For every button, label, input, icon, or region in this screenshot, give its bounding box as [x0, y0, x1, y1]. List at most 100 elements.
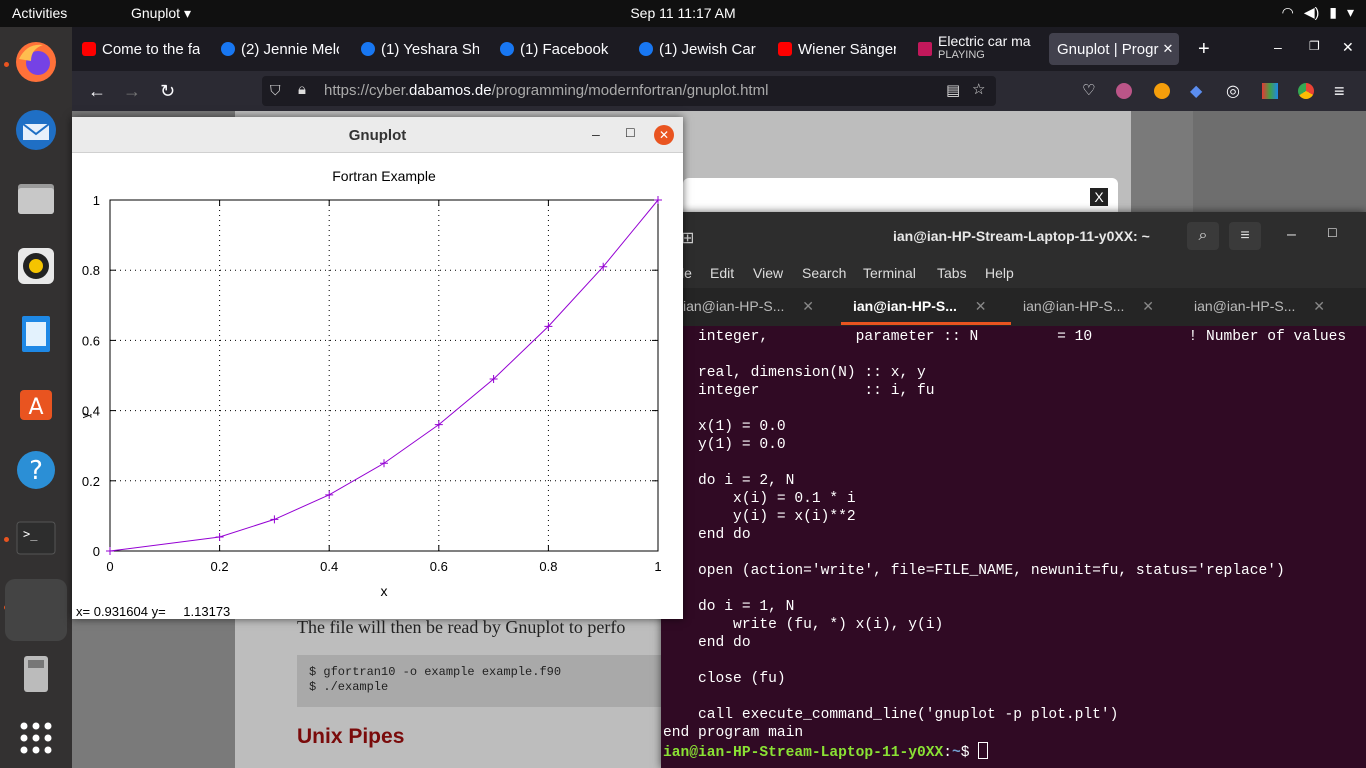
- terminal-icon[interactable]: >_: [11, 513, 61, 563]
- active-tab-indicator: [841, 322, 1011, 325]
- rhythmbox-icon[interactable]: [11, 241, 61, 291]
- data-point: [215, 532, 224, 541]
- terminal-menubar: le Edit View Search Terminal Tabs Help: [661, 260, 1366, 288]
- browser-tab[interactable]: (2) Jennie Melo: [221, 33, 339, 65]
- tab-label: (1) Yeshara Sh: [381, 40, 479, 58]
- battery-icon: ▮: [1329, 4, 1337, 20]
- tab-label: Come to the fa: [102, 40, 200, 58]
- close-tab-icon[interactable]: ✕: [1162, 41, 1173, 57]
- reader-view-icon[interactable]: ▤: [946, 81, 960, 99]
- minimize-icon[interactable]: –: [1287, 226, 1296, 244]
- tab-label: Electric car ma: [938, 33, 1031, 49]
- shield-icon[interactable]: ⛉: [270, 82, 281, 99]
- extension-icon[interactable]: [1154, 83, 1170, 99]
- forward-icon[interactable]: →: [123, 81, 141, 102]
- browser-tab-active[interactable]: Gnuplot | Progr ✕: [1049, 33, 1179, 65]
- gnuplot-window-icon[interactable]: [5, 579, 67, 641]
- tab-label: Wiener Sänger: [798, 40, 896, 58]
- minimize-icon[interactable]: –: [1274, 39, 1282, 55]
- tab-label-group: Electric car ma PLAYING: [938, 33, 1031, 61]
- menu-view[interactable]: View: [753, 265, 783, 281]
- usb-drive-icon[interactable]: [11, 649, 61, 699]
- terminal-tab[interactable]: ian@ian-HP-S... ✕: [683, 298, 814, 315]
- hamburger-menu-icon[interactable]: ≡: [1334, 81, 1345, 102]
- back-icon[interactable]: ←: [88, 81, 106, 102]
- x-axis-label: x: [381, 583, 388, 599]
- menu-help[interactable]: Help: [985, 265, 1014, 281]
- terminal-tab[interactable]: ian@ian-HP-S... ✕: [1023, 298, 1154, 315]
- url-bar[interactable]: ⛉ 🔒︎ https://cyber.dabamos.de/programmin…: [262, 76, 996, 106]
- prompt-user: ian@ian-HP-Stream-Laptop-11-y0XX: [663, 745, 944, 761]
- software-center-icon[interactable]: A: [11, 377, 61, 427]
- y-axis-label: y: [80, 412, 92, 418]
- x-tick-label: 0.2: [211, 559, 229, 574]
- browser-tab[interactable]: (1) Jewish Car: [639, 33, 757, 65]
- firefox-icon[interactable]: [11, 37, 61, 87]
- new-tab-icon[interactable]: ⊞: [681, 228, 694, 248]
- new-tab-icon[interactable]: +: [1198, 38, 1210, 61]
- chrome-icon[interactable]: [1298, 83, 1314, 99]
- writer-icon[interactable]: [11, 309, 61, 359]
- x-tick-label: 0.8: [539, 559, 557, 574]
- close-window-icon[interactable]: ✕: [654, 125, 674, 145]
- extension-icon[interactable]: ◆: [1190, 81, 1202, 101]
- code-line: $ ./example: [309, 680, 389, 694]
- app-grid-icon[interactable]: [11, 713, 61, 763]
- files-icon[interactable]: [11, 173, 61, 223]
- svg-text:?: ?: [29, 456, 43, 486]
- close-tab-icon[interactable]: ✕: [975, 298, 987, 314]
- maximize-icon[interactable]: ☐: [1327, 226, 1338, 240]
- help-icon[interactable]: ?: [11, 445, 61, 495]
- wifi-icon: ◠: [1281, 4, 1294, 20]
- tab-strip: Come to the fa (2) Jennie Melo (1) Yesha…: [72, 27, 1366, 71]
- prompt-sign: $: [960, 745, 979, 761]
- maximize-icon[interactable]: ☐: [625, 126, 636, 140]
- browser-tab[interactable]: Electric car ma PLAYING: [918, 33, 1038, 65]
- url-text: https://cyber.dabamos.de/programming/mod…: [324, 82, 768, 99]
- browser-tab[interactable]: Come to the fa: [82, 33, 200, 65]
- reload-icon[interactable]: ↻: [160, 81, 175, 102]
- extension-icon[interactable]: ◎: [1226, 81, 1240, 101]
- x-tick-label: 0.4: [320, 559, 338, 574]
- chart-title: Fortran Example: [332, 168, 436, 184]
- restore-icon[interactable]: ❐: [1309, 39, 1320, 53]
- x-tick-label: 0: [106, 559, 113, 574]
- browser-tab[interactable]: (1) Yeshara Sh: [361, 33, 479, 65]
- extension-icon[interactable]: [1262, 83, 1278, 99]
- pocket-icon[interactable]: ♡: [1082, 81, 1095, 99]
- close-window-icon[interactable]: ✕: [1342, 39, 1354, 56]
- close-tab-icon[interactable]: ✕: [1313, 298, 1325, 314]
- minimize-icon[interactable]: –: [592, 126, 600, 142]
- clock[interactable]: Sep 11 11:17 AM: [0, 5, 1366, 21]
- menu-search[interactable]: Search: [802, 265, 846, 281]
- terminal-prompt[interactable]: ian@ian-HP-Stream-Laptop-11-y0XX:~$: [663, 742, 989, 761]
- browser-tab[interactable]: Wiener Sänger: [778, 33, 896, 65]
- system-tray[interactable]: ◠ ◀) ▮ ▾: [1282, 4, 1354, 21]
- search-icon[interactable]: ⌕: [1187, 222, 1219, 250]
- plot-canvas[interactable]: Fortran Example0 0.2 0.4 0.6 0.8 100.20.40.60…: [72, 153, 683, 603]
- status-x-value: 0.931604: [93, 604, 148, 619]
- modal-close-button[interactable]: X: [1090, 188, 1108, 206]
- terminal-titlebar: ⊞ ian@ian-HP-Stream-Laptop-11-y0XX: ~ ⌕ …: [661, 212, 1366, 260]
- url-path: /programming/modernfortran/gnuplot.html: [491, 82, 769, 99]
- data-point: [325, 490, 334, 499]
- terminal-tab[interactable]: ian@ian-HP-S... ✕: [1194, 298, 1325, 315]
- menu-edit[interactable]: Edit: [710, 265, 734, 281]
- close-tab-icon[interactable]: ✕: [1142, 298, 1154, 314]
- thunderbird-icon[interactable]: [11, 105, 61, 155]
- hamburger-menu-icon[interactable]: ≡: [1229, 222, 1261, 250]
- menu-tabs[interactable]: Tabs: [937, 265, 967, 281]
- browser-tab[interactable]: (1) Facebook: [500, 33, 618, 65]
- close-tab-icon[interactable]: ✕: [802, 298, 814, 314]
- lock-icon[interactable]: 🔒︎: [298, 81, 306, 98]
- bookmark-star-icon[interactable]: ☆: [972, 80, 985, 98]
- x-tick-label: 0.6: [430, 559, 448, 574]
- y-tick-label: 1: [93, 193, 100, 208]
- terminal-tab-active[interactable]: ian@ian-HP-S... ✕: [853, 298, 987, 315]
- facebook-icon: [221, 42, 235, 56]
- account-avatar-icon[interactable]: [1116, 83, 1132, 99]
- code-block: $ gfortran10 -o example example.f90 $ ./…: [297, 655, 667, 707]
- menu-terminal[interactable]: Terminal: [863, 265, 916, 281]
- top-bar: Activities Gnuplot ▾ Sep 11 11:17 AM ◠ ◀…: [0, 0, 1366, 27]
- terminal-output[interactable]: integer, parameter :: N = 10 ! Number of…: [663, 328, 1346, 742]
